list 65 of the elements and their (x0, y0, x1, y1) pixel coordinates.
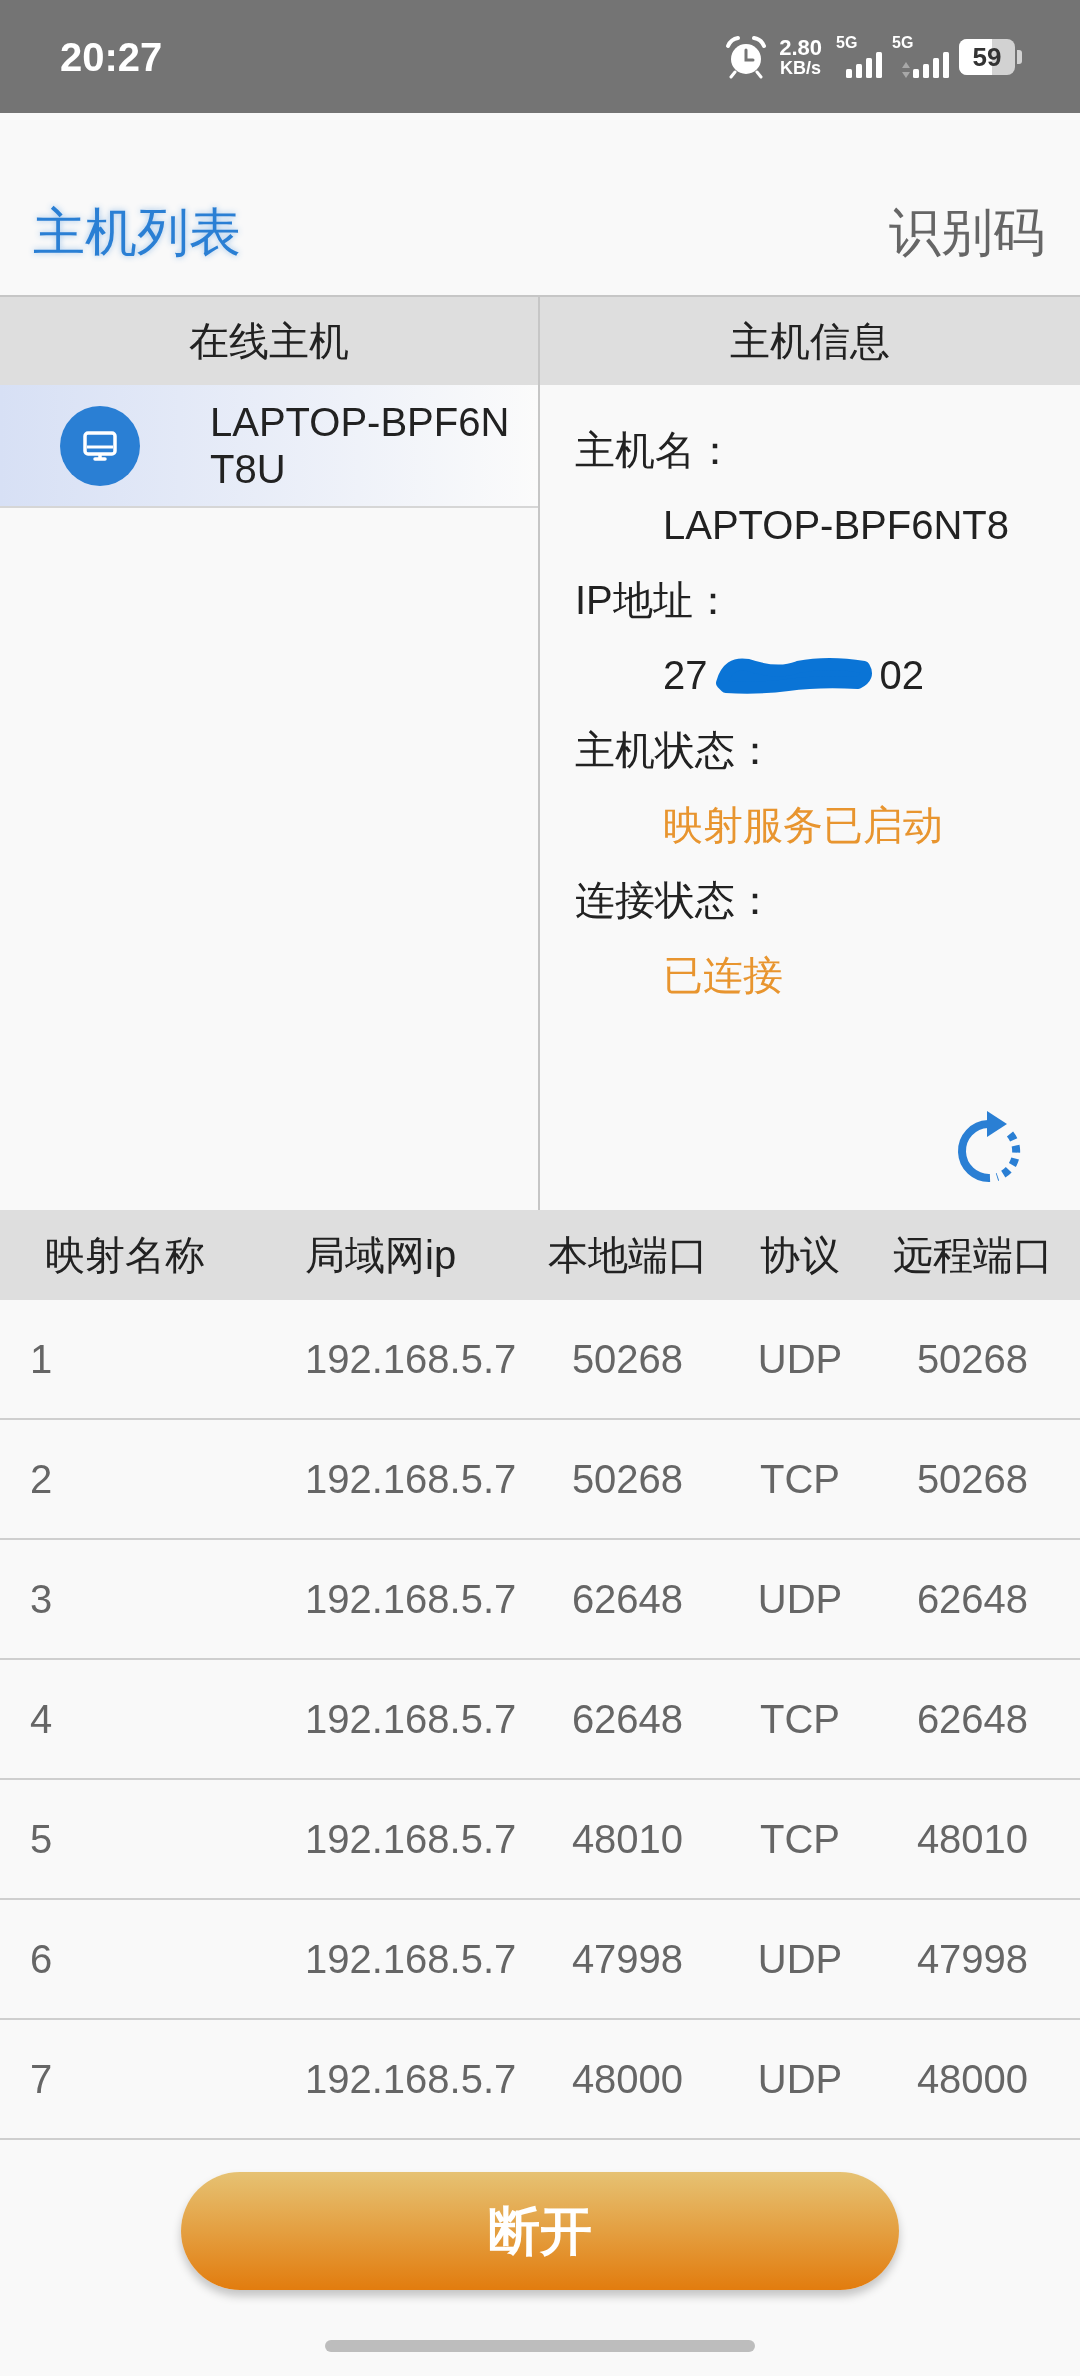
table-cell-text: UDP (756, 1336, 844, 1383)
table-cell-text: TCP (759, 1456, 841, 1503)
status-value: 已连接 (662, 952, 784, 999)
network-type-label: 5G (836, 35, 859, 51)
field-label: 连接状态： (575, 877, 776, 924)
table-cell-text: UDP (756, 2056, 844, 2103)
network-type-label: 5G (892, 35, 915, 51)
field-value: LAPTOP-BPF6NT8 (662, 502, 1011, 549)
page-title: 主机列表 (33, 204, 241, 262)
table-cell-text: 62648 (570, 1696, 685, 1743)
table-cell-text: 192.168.5.7 (304, 1576, 518, 1623)
table-cell-text: 3 (29, 1576, 54, 1623)
network-speed-unit: KB/s (780, 58, 822, 77)
monitor-icon (60, 405, 140, 486)
panel-header: 主机信息 (540, 297, 1080, 385)
table-cell-text: UDP (756, 1936, 844, 1983)
table-cell-text: 6 (29, 1936, 54, 1983)
table-cell-text: 5 (29, 1816, 54, 1863)
table-cell-text: 48000 (915, 2056, 1030, 2103)
table-cell-text: 48010 (915, 1816, 1030, 1863)
table-cell-text: 1 (29, 1336, 54, 1383)
table-cell-text: 192.168.5.7 (304, 1936, 518, 1983)
battery-percentage: 59 (971, 40, 1003, 74)
ip-address-fragment: 02 (879, 652, 924, 699)
table-cell-text: 192.168.5.7 (304, 1336, 518, 1383)
table-cell-text: 192.168.5.7 (304, 1456, 518, 1503)
host-list-item[interactable]: LAPTOP-BPF6NT8U (0, 385, 538, 508)
table-cell-text: 50268 (570, 1456, 685, 1503)
field-label: 主机名： (575, 427, 736, 474)
signal-bars-icon (913, 52, 949, 78)
column-header: 局域网ip (304, 1232, 458, 1279)
battery-tip (1017, 49, 1022, 64)
table-cell-text: 62648 (915, 1576, 1030, 1623)
field-label: IP地址： (575, 577, 734, 624)
table-cell-text: 2 (29, 1456, 54, 1503)
host-name: LAPTOP-BPF6NT8U (210, 398, 511, 493)
table-cell-text: 192.168.5.7 (304, 1696, 518, 1743)
table-cell-text: 192.168.5.7 (304, 2056, 518, 2103)
column-header: 映射名称 (44, 1232, 206, 1279)
table-cell-text: UDP (756, 1576, 844, 1623)
status-value: 映射服务已启动 (662, 802, 944, 849)
column-header: 远程端口 (891, 1232, 1054, 1279)
panel-header: 在线主机 (0, 297, 538, 385)
table-cell-text: TCP (759, 1696, 841, 1743)
table-cell-text: 50268 (915, 1456, 1030, 1503)
table-cell-text: 48010 (570, 1816, 685, 1863)
table-cell-text: 7 (29, 2056, 54, 2103)
table-cell-text: 47998 (570, 1936, 685, 1983)
table-cell-text: 50268 (915, 1336, 1030, 1383)
table-cell-text: 4 (29, 1696, 54, 1743)
table-cell-text: TCP (759, 1816, 841, 1863)
table-cell-text: 62648 (915, 1696, 1030, 1743)
table-cell-text: 192.168.5.7 (304, 1816, 518, 1863)
column-header: 本地端口 (546, 1232, 709, 1279)
ip-address-fragment: 27 (663, 652, 708, 699)
table-cell-text: 47998 (915, 1936, 1030, 1983)
signal-bars-icon (846, 52, 882, 78)
table-cell-text: 48000 (570, 2056, 685, 2103)
clock-time: 20:27 (60, 36, 163, 77)
network-speed: 2.80 (779, 36, 822, 59)
identify-code-link[interactable]: 识别码 (889, 204, 1045, 262)
field-label: 主机状态： (575, 727, 776, 774)
table-cell-text: 50268 (570, 1336, 685, 1383)
table-cell-text: 62648 (570, 1576, 685, 1623)
column-header: 协议 (759, 1232, 841, 1279)
